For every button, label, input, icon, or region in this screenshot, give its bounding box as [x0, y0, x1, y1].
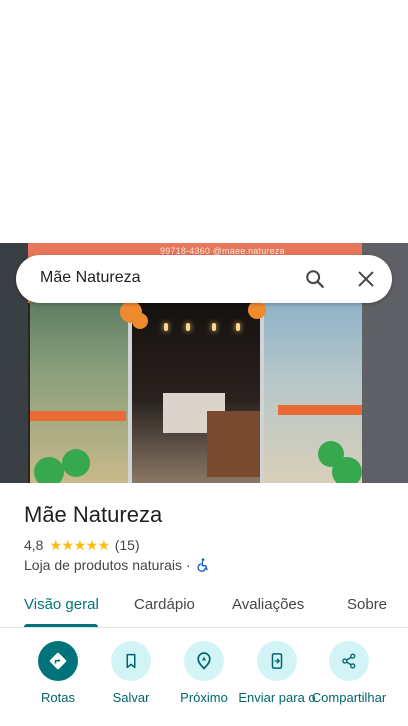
orange-stripe: [278, 405, 362, 415]
search-bar[interactable]: Mãe Natureza: [16, 255, 392, 303]
tab-about[interactable]: Sobre: [347, 596, 387, 613]
active-tab-indicator: [24, 624, 98, 627]
map-area: [0, 0, 408, 243]
directions-button-circle[interactable]: [38, 641, 78, 681]
directions-button[interactable]: Rotas: [18, 641, 98, 705]
glass-door-right: [262, 301, 362, 483]
category-row: Loja de produtos naturais ·: [24, 556, 211, 574]
share-button[interactable]: Compartilhar: [309, 641, 389, 705]
green-balloon: [332, 457, 362, 483]
tab-reviews[interactable]: Avaliações: [232, 596, 304, 613]
share-label: Compartilhar: [311, 690, 387, 705]
directions-icon: [49, 652, 67, 670]
star-rating-icon: ★★★★★: [49, 536, 110, 553]
nearby-button[interactable]: Próximo: [164, 641, 244, 705]
review-count[interactable]: (15): [115, 537, 140, 553]
orange-stripe: [30, 411, 126, 421]
ceiling-lamp: [212, 323, 216, 331]
save-button-circle[interactable]: [111, 641, 151, 681]
search-input[interactable]: Mãe Natureza: [40, 269, 141, 287]
ceiling-lamp: [186, 323, 190, 331]
place-title: Mãe Natureza: [24, 502, 163, 527]
ceiling-lamp: [164, 323, 168, 331]
action-buttons: Rotas Salvar Próximo Enviar para o Compa…: [0, 628, 408, 726]
place-category: Loja de produtos naturais: [24, 557, 182, 573]
place-tabs: Visão geral Cardápio Avaliações Sobre: [0, 584, 408, 628]
send-to-phone-label: Enviar para o: [238, 690, 316, 705]
search-icon[interactable]: [304, 268, 326, 290]
share-button-circle[interactable]: [329, 641, 369, 681]
nearby-icon: [197, 652, 211, 670]
wheelchair-accessible-icon: [197, 558, 208, 572]
close-icon[interactable]: [355, 268, 377, 290]
rating-row[interactable]: 4,8 ★★★★★ (15): [24, 536, 140, 554]
send-to-phone-button[interactable]: Enviar para o: [237, 641, 317, 705]
green-balloon: [34, 457, 64, 483]
rating-value: 4,8: [24, 537, 44, 553]
send-to-phone-icon: [271, 653, 283, 669]
door-frame: [260, 301, 264, 483]
tab-menu[interactable]: Cardápio: [134, 596, 195, 613]
save-button[interactable]: Salvar: [91, 641, 171, 705]
store-shelf: [207, 411, 261, 477]
balloon: [132, 313, 148, 329]
save-label: Salvar: [112, 690, 150, 705]
directions-label: Rotas: [41, 690, 75, 705]
tab-overview[interactable]: Visão geral: [24, 596, 99, 613]
send-to-phone-button-circle[interactable]: [257, 641, 297, 681]
bookmark-icon: [126, 653, 136, 669]
share-icon: [342, 653, 356, 669]
green-balloon: [62, 449, 90, 477]
door-frame: [128, 301, 132, 483]
ceiling-lamp: [236, 323, 240, 331]
nearby-button-circle[interactable]: [184, 641, 224, 681]
balloon: [248, 301, 266, 319]
nearby-label: Próximo: [180, 690, 228, 705]
separator-dot: ·: [186, 557, 191, 573]
